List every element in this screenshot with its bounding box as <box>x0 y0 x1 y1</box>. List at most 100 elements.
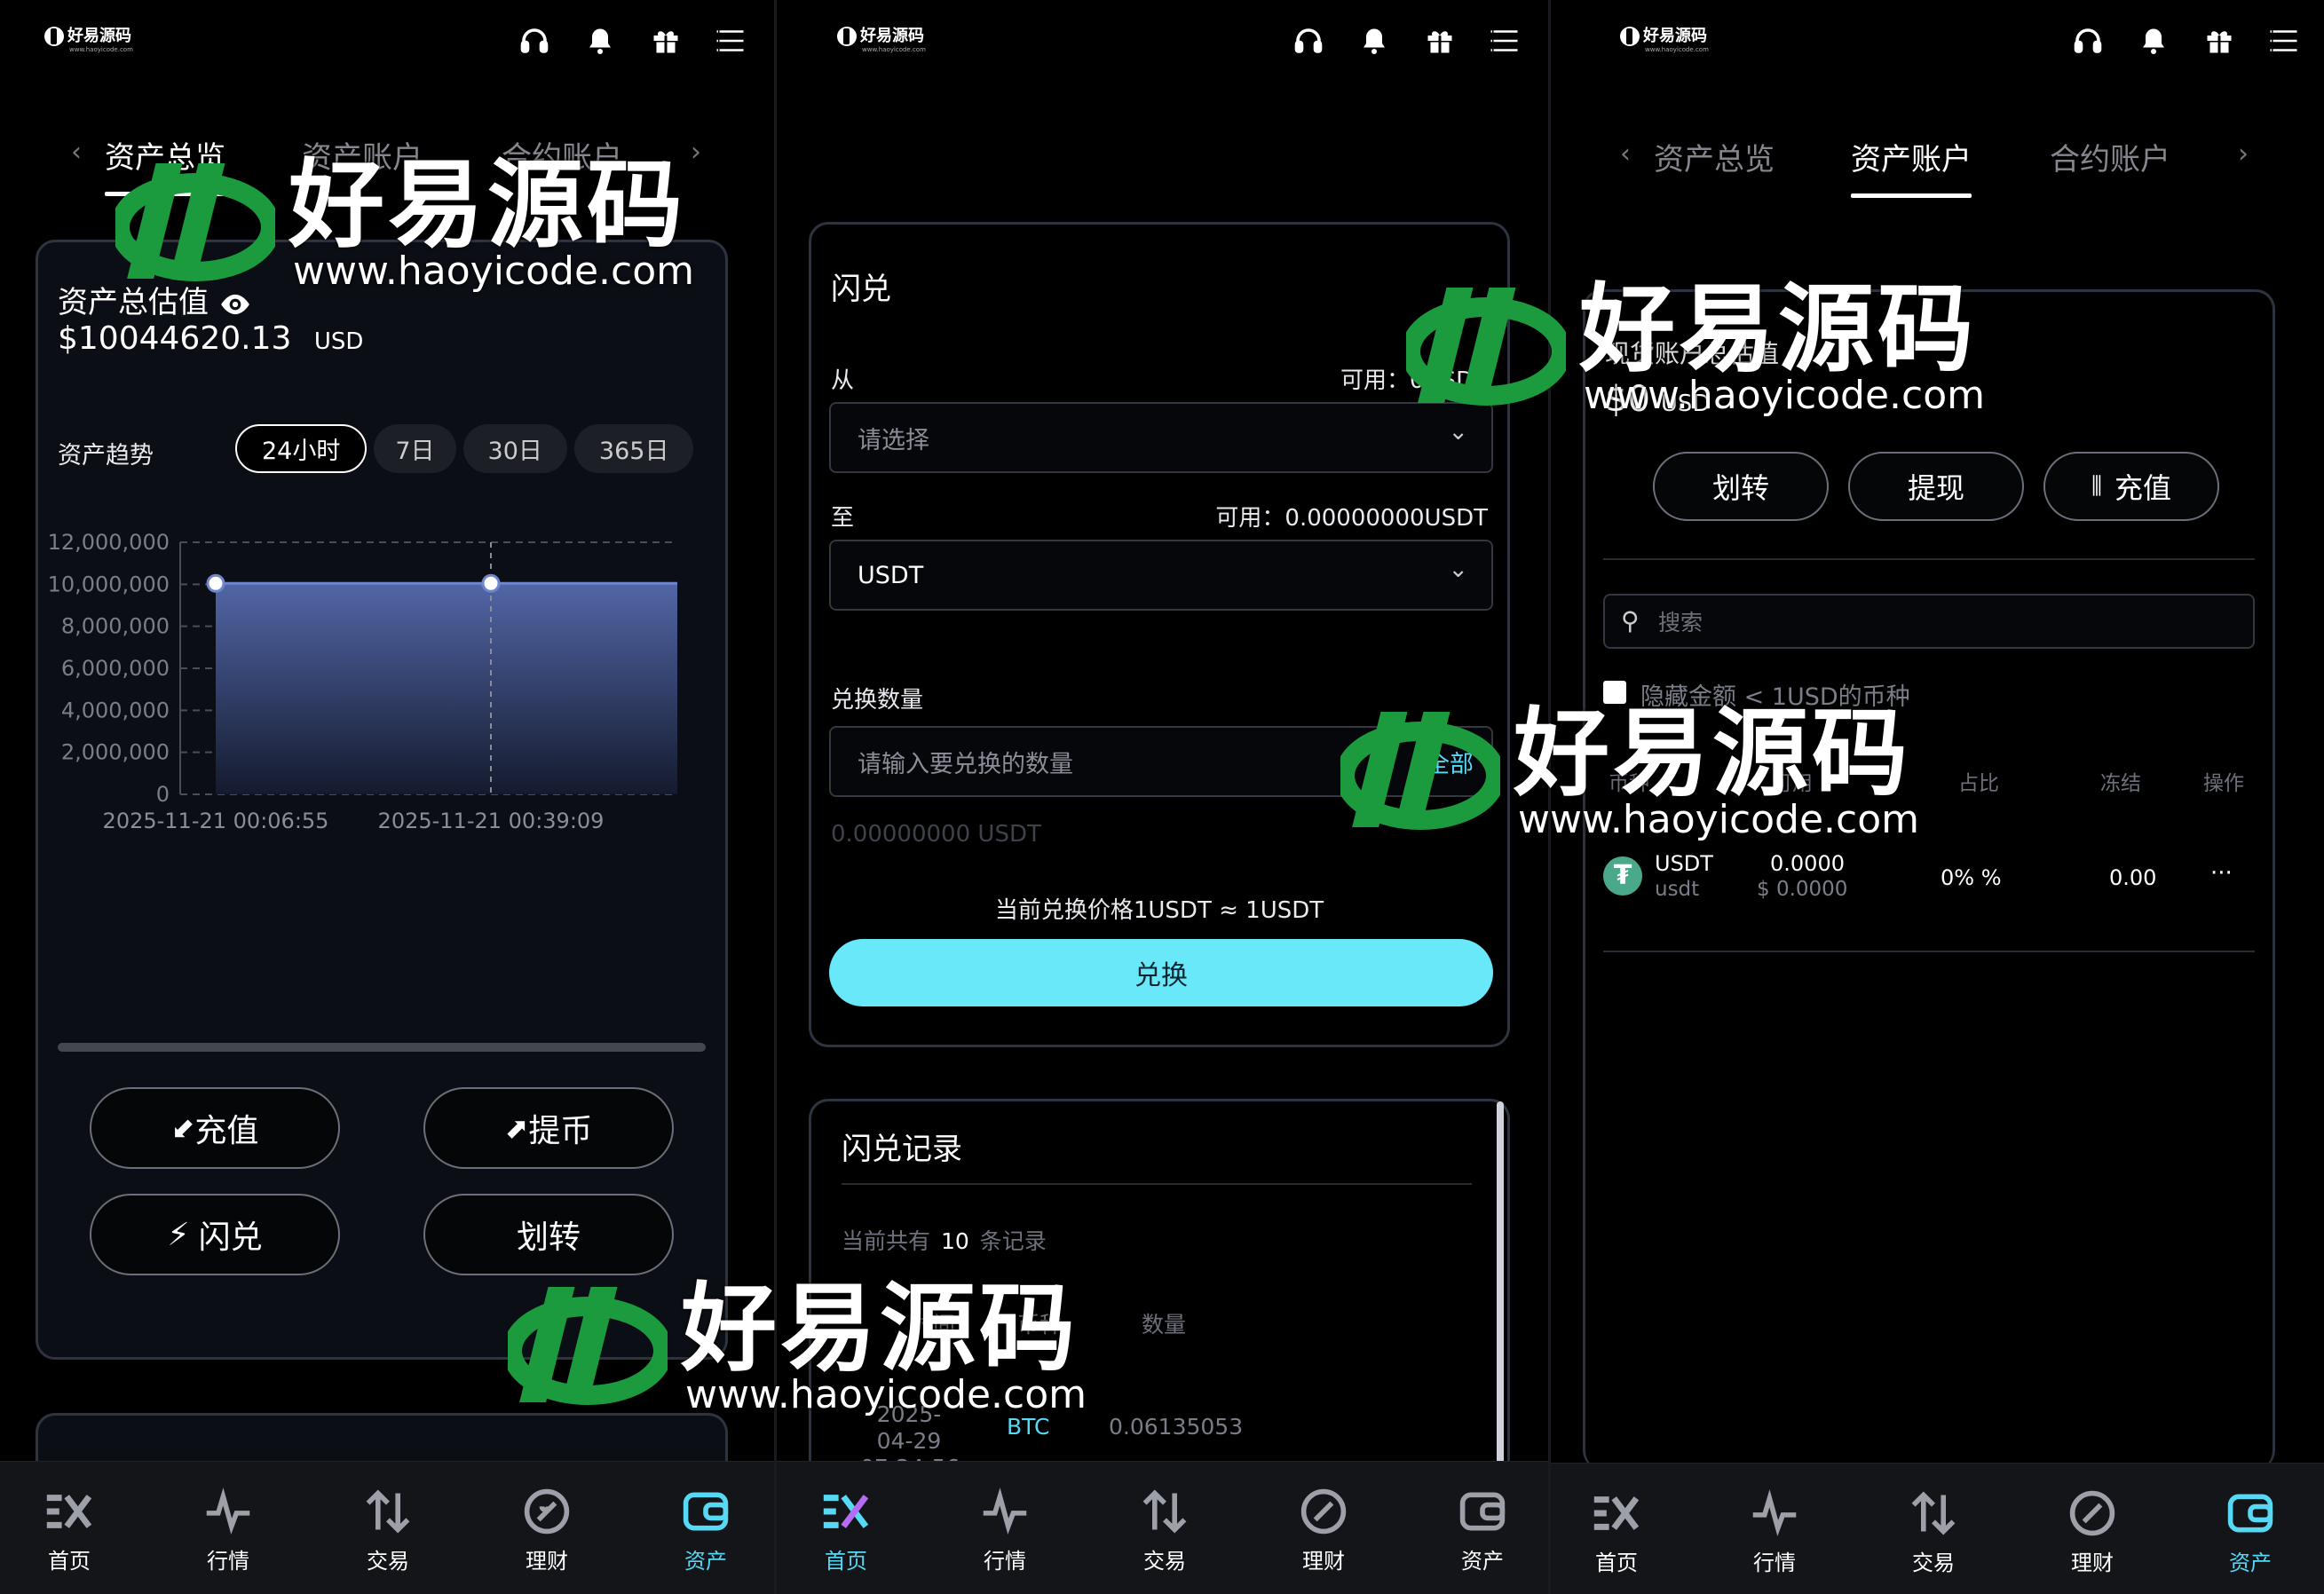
row-more-button[interactable]: ··· <box>2210 860 2233 887</box>
nav-home[interactable]: 首页 <box>802 1487 890 1574</box>
logo-mark-icon <box>44 27 64 46</box>
flash-swap-card: 闪兑 从 可用：0USDT 请选择 ⌄ 至 可用：0.00000000USDT … <box>809 222 1510 1047</box>
tab-overview[interactable]: 资产总览 <box>105 133 225 196</box>
nav-market[interactable]: 行情 <box>960 1487 1049 1574</box>
logo-subtext: www.haoyicode.com <box>862 46 926 53</box>
finance-icon <box>524 1488 570 1535</box>
panel-flash-swap: 好易源码 www.haoyicode.com 闪兑 从 可用：0USDT 请选择… <box>774 0 1548 1594</box>
col-coin: 币种 <box>1017 1312 1063 1338</box>
hide-small-checkbox[interactable] <box>1603 681 1626 704</box>
nav-market[interactable]: 行情 <box>184 1487 273 1574</box>
range-7d[interactable]: 7日 <box>374 424 456 473</box>
chevron-down-icon: ⌄ <box>1448 418 1468 446</box>
records-scrollbar[interactable] <box>1497 1101 1504 1510</box>
y-tick-label: 2,000,000 <box>61 740 170 765</box>
logo-subtext: www.haoyicode.com <box>1645 46 1709 53</box>
amount-hint: 0.00000000 USDT <box>831 821 1041 848</box>
wallet-icon <box>2227 1494 2273 1533</box>
chevron-left-icon[interactable]: ‹ <box>1620 138 1631 170</box>
from-select[interactable]: 请选择 ⌄ <box>829 402 1493 473</box>
deposit-button[interactable]: ⫼ 充值 <box>2043 452 2219 521</box>
spot-account-card: 现货账户总估值 $0 USD 划转 提现 ⫼ 充值 ⚲ 搜索 隐藏金额 < 1USD… <box>1583 289 2275 1470</box>
nav-trade[interactable]: 交易 <box>1889 1488 1978 1576</box>
trade-icon <box>366 1489 410 1534</box>
candle-icon: ⫼ <box>2091 472 2102 500</box>
logo[interactable]: 好易源码 www.haoyicode.com <box>837 27 926 53</box>
nav-market[interactable]: 行情 <box>1730 1488 1819 1576</box>
row-ratio: 0% % <box>1941 865 2002 890</box>
hide-small-label: 隐藏金额 < 1USD的币种 <box>1640 683 1910 711</box>
tab-contract-account[interactable]: 合约账户 <box>502 133 622 177</box>
nav-assets[interactable]: 资产 <box>2206 1488 2295 1576</box>
tab-asset-account[interactable]: 资产账户 <box>302 133 423 177</box>
top-header: 好易源码 www.haoyicode.com <box>777 0 1548 89</box>
finance-icon <box>1300 1488 1347 1535</box>
data-point <box>481 573 501 593</box>
bell-icon[interactable] <box>584 25 616 57</box>
nav-trade[interactable]: 交易 <box>344 1487 432 1574</box>
menu-icon[interactable] <box>715 25 747 57</box>
row-available-usd: $ 0.0000 <box>1757 878 1848 901</box>
logo[interactable]: 好易源码 www.haoyicode.com <box>1620 27 1709 53</box>
tab-contract-account[interactable]: 合约账户 <box>2050 135 2170 178</box>
nav-finance[interactable]: 理财 <box>1279 1487 1368 1574</box>
chevron-right-icon[interactable]: › <box>2238 138 2249 170</box>
range-30d[interactable]: 30日 <box>462 424 567 473</box>
tab-asset-account[interactable]: 资产账户 <box>1851 135 1972 198</box>
arrow-down-left-icon: ⬋ <box>170 1111 195 1145</box>
exchange-button[interactable]: 兑换 <box>829 939 1493 1006</box>
gift-icon[interactable] <box>1424 25 1456 57</box>
flash-swap-button[interactable]: ⚡ 闪兑 <box>90 1194 340 1275</box>
swap-records-card: 闪兑记录 当前共有 10 条记录 时间 币种 数量 2025-04-2907:2… <box>809 1099 1510 1510</box>
nav-assets[interactable]: 资产 <box>1438 1487 1527 1574</box>
chevron-left-icon[interactable]: ‹ <box>71 137 82 168</box>
home-icon <box>823 1495 869 1528</box>
transfer-button[interactable]: 划转 <box>423 1194 674 1275</box>
headset-icon[interactable] <box>1292 25 1324 57</box>
all-button[interactable]: 全部 <box>1426 745 1474 779</box>
nav-assets[interactable]: 资产 <box>661 1487 750 1574</box>
bell-icon[interactable] <box>1358 25 1390 57</box>
to-select[interactable]: USDT ⌄ <box>829 540 1493 611</box>
market-icon <box>206 1487 250 1535</box>
tab-overview[interactable]: 资产总览 <box>1654 135 1775 178</box>
nav-home[interactable]: 首页 <box>25 1487 114 1574</box>
eye-icon[interactable] <box>218 288 252 321</box>
withdraw-button[interactable]: ⬈ 提币 <box>423 1087 674 1169</box>
panel-asset-overview: 好易源码 www.haoyicode.com ‹ 资产总览 资产账户 合约账户 … <box>0 0 774 1594</box>
records-divider <box>842 1183 1472 1185</box>
top-header: 好易源码 www.haoyicode.com <box>0 0 774 89</box>
gift-icon[interactable] <box>2203 25 2235 57</box>
amount-label: 兑换数量 <box>831 687 924 714</box>
logo[interactable]: 好易源码 www.haoyicode.com <box>44 27 133 53</box>
asset-summary-card: 资产总估值 $10044620.13 USD 资产趋势 24小时 7日 30日 … <box>36 240 728 1360</box>
headset-icon[interactable] <box>2072 25 2104 57</box>
col-coin: 币种 <box>1609 772 1649 795</box>
asset-trend-chart[interactable]: 12,000,000 10,000,000 8,000,000 6,000,000 4,… <box>38 509 722 988</box>
home-icon <box>1593 1496 1640 1530</box>
search-input[interactable]: ⚲ 搜索 <box>1603 594 2255 649</box>
menu-icon[interactable] <box>2269 25 2301 57</box>
nav-trade[interactable]: 交易 <box>1120 1487 1209 1574</box>
transfer-button[interactable]: 划转 <box>1653 452 1829 521</box>
chevron-right-icon[interactable]: › <box>691 137 701 168</box>
nav-finance[interactable]: 理财 <box>2048 1488 2137 1576</box>
headset-icon[interactable] <box>518 25 550 57</box>
withdraw-button[interactable]: 提现 <box>1848 452 2024 521</box>
market-icon <box>983 1487 1027 1535</box>
logo-text: 好易源码 <box>67 27 131 45</box>
tether-icon: ₮ <box>1603 856 1642 896</box>
col-ratio: 占比 <box>1958 772 1999 795</box>
bell-icon[interactable] <box>2138 25 2170 57</box>
amount-input[interactable]: 请输入要兑换的数量 全部 <box>829 726 1493 797</box>
range-365d[interactable]: 365日 <box>573 424 694 473</box>
nav-finance[interactable]: 理财 <box>502 1487 591 1574</box>
wallet-icon <box>1459 1492 1506 1531</box>
range-24h[interactable]: 24小时 <box>235 424 368 473</box>
gift-icon[interactable] <box>650 25 682 57</box>
deposit-button[interactable]: ⬋ 充值 <box>90 1087 340 1169</box>
nav-home[interactable]: 首页 <box>1572 1488 1661 1576</box>
chart-scrollbar[interactable] <box>58 1043 706 1052</box>
panel-asset-account: 好易源码 www.haoyicode.com ‹ 资产总览 资产账户 合约账户 … <box>1548 0 2324 1594</box>
menu-icon[interactable] <box>1490 25 1522 57</box>
